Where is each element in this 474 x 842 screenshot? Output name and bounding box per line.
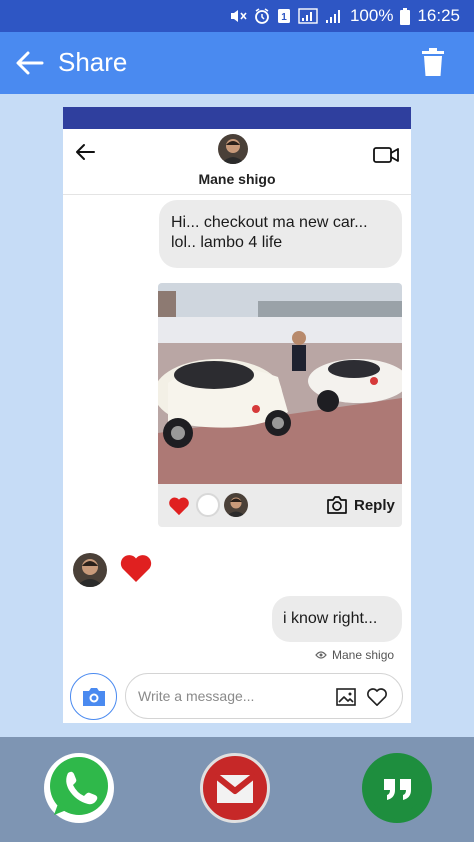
- alarm-icon: [254, 8, 270, 24]
- arrow-left-icon[interactable]: [14, 49, 44, 77]
- seen-by-name: Mane shigo: [332, 648, 395, 662]
- camera-icon: [82, 688, 105, 706]
- wifi-signal-icon: [298, 8, 318, 24]
- chat-back-icon[interactable]: [75, 143, 95, 161]
- chat-header: Mane shigo: [63, 129, 411, 195]
- gmail-icon: [213, 772, 257, 803]
- mute-icon: [229, 8, 247, 24]
- heart-outline-icon[interactable]: [366, 687, 388, 707]
- message-bubble-outgoing: i know right...: [272, 596, 402, 642]
- whatsapp-icon: [50, 757, 108, 815]
- cell-signal-icon: [325, 8, 343, 24]
- svg-text:1: 1: [281, 12, 287, 23]
- video-call-icon[interactable]: [373, 146, 399, 164]
- camera-button[interactable]: [70, 673, 117, 720]
- reactor-avatar: [224, 493, 248, 517]
- battery-percent: 100%: [349, 6, 394, 25]
- hangouts-button[interactable]: [362, 753, 432, 823]
- whatsapp-button[interactable]: [44, 753, 114, 823]
- reply-button[interactable]: Reply: [354, 497, 395, 514]
- clock: 16:25: [417, 6, 460, 25]
- message-input[interactable]: Write a message...: [125, 673, 403, 719]
- eye-icon: [315, 651, 327, 659]
- photo-message: Reply: [158, 283, 402, 527]
- reactor-avatar-placeholder: [196, 493, 220, 517]
- trash-icon[interactable]: [422, 48, 444, 76]
- share-preview: Mane shigo Hi... checkout ma new car... …: [63, 107, 411, 723]
- app-bar: Share: [0, 32, 474, 94]
- status-bar: 1 100% 16:25: [0, 0, 474, 32]
- sender-avatar[interactable]: [73, 553, 107, 587]
- camera-reply-icon[interactable]: [326, 495, 348, 515]
- preview-status-strip: [63, 107, 411, 129]
- car-photo[interactable]: [158, 283, 402, 484]
- page-title: Share: [58, 47, 128, 77]
- message-input-placeholder: Write a message...: [138, 688, 255, 704]
- battery-icon: [400, 7, 411, 25]
- heart-icon[interactable]: [168, 496, 190, 516]
- hangouts-icon: [367, 760, 423, 823]
- message-composer: Write a message...: [63, 669, 411, 723]
- sim-icon: 1: [277, 8, 291, 24]
- photo-actions: Reply: [158, 484, 402, 527]
- seen-receipt: Mane shigo: [315, 648, 394, 662]
- image-icon[interactable]: [336, 688, 356, 706]
- share-targets-bar: [0, 737, 474, 842]
- message-bubble-outgoing: Hi... checkout ma new car... lol.. lambo…: [159, 200, 402, 268]
- gmail-button[interactable]: [200, 753, 270, 823]
- heart-reaction-icon: [120, 555, 152, 582]
- contact-name: Mane shigo: [198, 171, 276, 187]
- contact-avatar[interactable]: [218, 134, 248, 164]
